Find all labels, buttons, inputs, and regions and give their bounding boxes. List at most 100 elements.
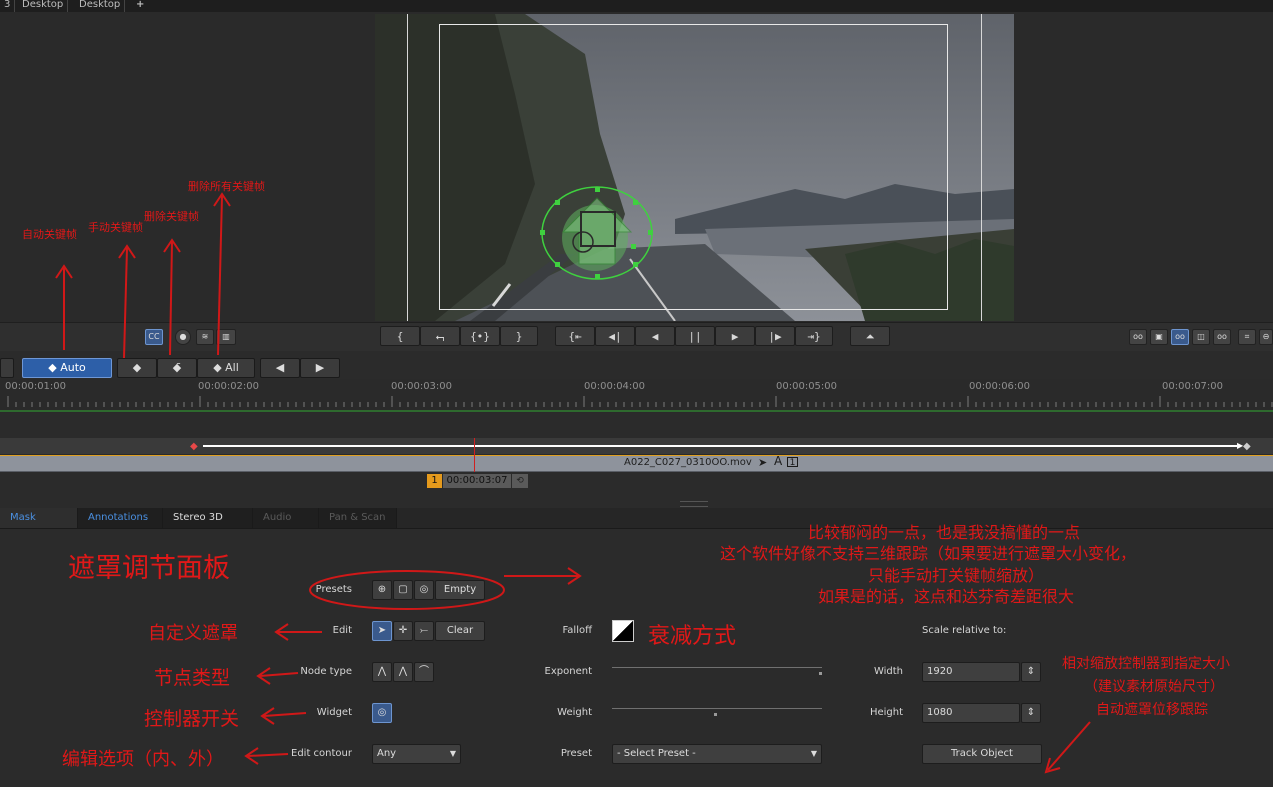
stereo-view-icon[interactable]: oo xyxy=(1129,329,1147,345)
glasses-icon[interactable]: oo xyxy=(1213,329,1231,345)
width-stepper-icon[interactable]: ⇕ xyxy=(1021,662,1041,682)
exponent-slider-thumb[interactable] xyxy=(819,672,822,675)
annotation-auto-keyframe: 自动关键帧 xyxy=(22,228,77,241)
eject-button[interactable]: ⏶ xyxy=(850,326,890,346)
preset-select[interactable]: - Select Preset - ▼ xyxy=(612,744,822,764)
video-viewer[interactable] xyxy=(375,14,1014,321)
preset-label: Preset xyxy=(560,748,592,759)
clip-name: A022_C027_0310OO.mov xyxy=(624,457,752,468)
annotation-scale-note3: 自动遮罩位移跟踪 xyxy=(1096,702,1208,718)
go-to-in-button[interactable]: ⮢ xyxy=(420,326,460,346)
preset-circle-icon[interactable]: ⊕ xyxy=(372,580,392,600)
play-button[interactable]: ▶ xyxy=(715,326,755,346)
mark-clip-button[interactable]: {•} xyxy=(460,326,500,346)
weight-slider-thumb[interactable] xyxy=(714,713,717,716)
mask-widget-overlay[interactable] xyxy=(535,182,659,284)
tab-annotations[interactable]: Annotations xyxy=(78,508,163,528)
width-input[interactable]: 1920 xyxy=(922,662,1020,682)
corner-node-icon[interactable]: ⋀ xyxy=(372,662,392,682)
tab-stereo-3d[interactable]: Stereo 3D xyxy=(163,508,253,528)
mark-in-button[interactable]: { xyxy=(380,326,420,346)
track-object-button[interactable]: Track Object xyxy=(922,744,1042,764)
preset-rect-icon[interactable]: ▢ xyxy=(393,580,413,600)
widget-label: Widget xyxy=(316,707,352,718)
step-back-button[interactable]: ◀| xyxy=(595,326,635,346)
chevron-down-icon: ▼ xyxy=(810,749,817,758)
annotation-note-line2: 这个软件好像不支持三维跟踪（如果要进行遮罩大小变化， xyxy=(720,544,1137,563)
remove-point-icon[interactable]: ⤚ xyxy=(414,621,434,641)
link-icon[interactable]: ⊖ xyxy=(1259,329,1273,345)
crop-icon[interactable]: ⌗ xyxy=(1238,329,1256,345)
clip-track-letter: A xyxy=(774,454,783,468)
add-keyframe-button[interactable]: ◆ xyxy=(117,358,157,378)
overlay-view-icon[interactable]: ▣ xyxy=(1150,329,1168,345)
delete-keyframe-button[interactable]: ◆̄ xyxy=(157,358,197,378)
preset-ellipse-icon[interactable]: ◎ xyxy=(414,580,434,600)
playhead-line[interactable] xyxy=(474,438,475,472)
tab-mask[interactable]: Mask xyxy=(0,508,78,528)
mark-out-button[interactable]: } xyxy=(500,326,538,346)
clip-track-number: 1 xyxy=(787,457,798,468)
clear-button[interactable]: Clear xyxy=(435,621,485,641)
jump-to-end-button[interactable]: ⇥} xyxy=(795,326,833,346)
ruler-timecode: 00:00:07:00 xyxy=(1162,381,1224,392)
preset-select-value: - Select Preset - xyxy=(617,748,696,759)
add-desktop-tab-button[interactable]: + xyxy=(132,0,148,12)
presets-label: Presets xyxy=(315,584,352,595)
height-label: Height xyxy=(869,707,903,718)
annotation-panel-title: 遮罩调节面板 xyxy=(68,553,230,584)
jump-to-start-button[interactable]: {⇤ xyxy=(555,326,595,346)
playhead-index-badge: 1 xyxy=(427,474,442,488)
bezier-node-icon[interactable]: ⌒ xyxy=(414,662,434,682)
tab-pan-scan[interactable]: Pan & Scan xyxy=(319,508,397,528)
safe-area-right-line xyxy=(981,14,982,321)
annotation-widget-toggle: 控制器开关 xyxy=(144,708,240,730)
color-wheel-icon[interactable]: ● xyxy=(175,329,191,345)
annotation-falloff-mode: 衰减方式 xyxy=(648,624,737,649)
falloff-mode-swatch[interactable] xyxy=(612,620,634,642)
widget-toggle-icon[interactable]: ◎ xyxy=(372,703,392,723)
keyframe-span-line xyxy=(203,445,1237,447)
prev-keyframe-button[interactable]: ◀ xyxy=(260,358,300,378)
delete-all-keyframes-button[interactable]: ◆ All xyxy=(197,358,255,378)
edit-contour-value: Any xyxy=(377,748,397,759)
step-forward-button[interactable]: |▶ xyxy=(755,326,795,346)
exponent-slider-track[interactable] xyxy=(612,667,822,668)
waveform-icon[interactable]: ≋ xyxy=(196,329,214,345)
cc-view-icon[interactable]: CC xyxy=(145,329,163,345)
weight-label: Weight xyxy=(557,707,592,718)
add-point-icon[interactable]: ✛ xyxy=(393,621,413,641)
keyframe-mode-button[interactable] xyxy=(0,358,14,378)
desktop-tab-partial[interactable]: 3 xyxy=(0,0,16,12)
next-keyframe-button[interactable]: ▶ xyxy=(300,358,340,378)
height-input[interactable]: 1080 xyxy=(922,703,1020,723)
smooth-node-icon[interactable]: ⋀ xyxy=(393,662,413,682)
edit-contour-select[interactable]: Any ▼ xyxy=(372,744,461,764)
node-type-label: Node type xyxy=(300,666,352,677)
splitter-handle[interactable] xyxy=(680,501,708,507)
tab-audio[interactable]: Audio xyxy=(253,508,319,528)
weight-slider-track[interactable] xyxy=(612,708,822,709)
pause-button[interactable]: || xyxy=(675,326,715,346)
histogram-icon[interactable]: ▥ xyxy=(216,329,236,345)
play-reverse-button[interactable]: ◀ xyxy=(635,326,675,346)
desktop-tab-1[interactable]: Desktop xyxy=(18,0,69,12)
scale-relative-label: Scale relative to: xyxy=(922,625,1007,636)
ruler-timecode: 00:00:03:00 xyxy=(391,381,453,392)
ruler-ticks xyxy=(0,396,1273,412)
desktop-tab-2[interactable]: Desktop xyxy=(75,0,126,12)
height-stepper-icon[interactable]: ⇕ xyxy=(1021,703,1041,723)
width-label: Width xyxy=(873,666,903,677)
anaglyph-view-icon[interactable]: oo xyxy=(1171,329,1189,345)
keyframe-marker-start[interactable]: ◆ xyxy=(190,441,198,452)
annotation-delete-all-keyframes: 删除所有关键帧 xyxy=(188,180,265,193)
auto-keyframe-button[interactable]: ◆ Auto xyxy=(22,358,112,378)
ruler-timecode: 00:00:05:00 xyxy=(776,381,838,392)
keyframe-marker-end[interactable]: ◆ xyxy=(1243,441,1251,452)
select-pointer-icon[interactable]: ➤ xyxy=(372,621,392,641)
preset-empty-button[interactable]: Empty xyxy=(435,580,485,600)
annotation-manual-keyframe: 手动关键帧 xyxy=(88,221,143,234)
playhead-lock-icon[interactable]: ⟲ xyxy=(512,474,528,488)
side-by-side-icon[interactable]: ◫ xyxy=(1192,329,1210,345)
annotation-custom-mask: 自定义遮罩 xyxy=(148,623,238,644)
